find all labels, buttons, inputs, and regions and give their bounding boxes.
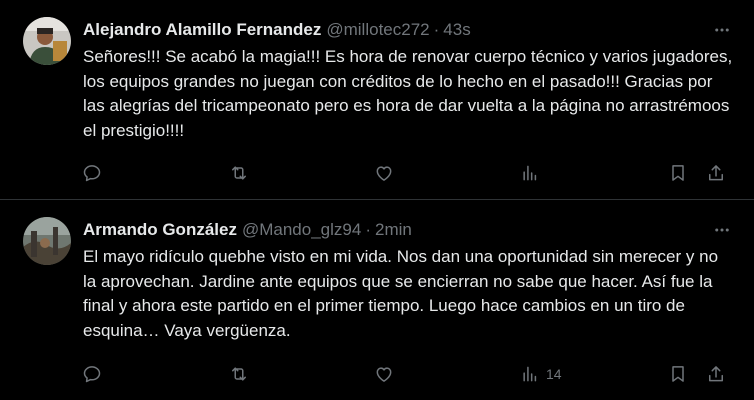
views-icon [520, 163, 540, 183]
reply-button[interactable] [82, 161, 102, 185]
avatar[interactable] [23, 17, 71, 65]
share-icon [706, 364, 726, 384]
user-handle[interactable]: @millotec272 [326, 20, 429, 40]
tweet-header: Armando González @Mando_glz94 · 2min [83, 219, 412, 241]
views-count: 14 [546, 366, 562, 382]
more-icon[interactable] [712, 20, 732, 40]
tweet-header: Alejandro Alamillo Fernandez @millotec27… [83, 19, 471, 41]
timestamp[interactable]: 2min [375, 220, 412, 240]
like-button[interactable] [374, 362, 394, 386]
more-icon[interactable] [712, 220, 732, 240]
views-icon [520, 364, 540, 384]
bookmark-button[interactable] [668, 161, 688, 185]
retweet-button[interactable] [228, 362, 250, 386]
like-button[interactable] [374, 161, 394, 185]
reply-icon [82, 163, 102, 183]
bookmark-icon [668, 364, 688, 384]
retweet-button[interactable] [228, 161, 250, 185]
display-name[interactable]: Armando González [83, 220, 237, 240]
retweet-icon [228, 364, 250, 384]
tweet[interactable]: Armando González @Mando_glz94 · 2min El … [0, 200, 754, 400]
reply-icon [82, 364, 102, 384]
bookmark-button[interactable] [668, 362, 688, 386]
share-button[interactable] [706, 362, 726, 386]
tweet-text: El mayo ridículo quebhe visto en mi vida… [83, 247, 719, 340]
display-name[interactable]: Alejandro Alamillo Fernandez [83, 20, 321, 40]
timeline-feed: Alejandro Alamillo Fernandez @millotec27… [0, 0, 754, 400]
tweet[interactable]: Alejandro Alamillo Fernandez @millotec27… [0, 0, 754, 199]
separator-dot: · [433, 20, 440, 39]
like-icon [374, 364, 394, 384]
timestamp[interactable]: 43s [443, 20, 470, 40]
share-button[interactable] [706, 161, 726, 185]
bookmark-icon [668, 163, 688, 183]
separator-dot: · [365, 220, 371, 239]
views-button[interactable] [520, 161, 546, 185]
reply-button[interactable] [82, 362, 102, 386]
tweet-actions [83, 161, 733, 185]
avatar[interactable] [23, 217, 71, 265]
retweet-icon [228, 163, 250, 183]
user-handle[interactable]: @Mando_glz94 [242, 220, 361, 240]
tweet-actions: 14 [83, 362, 733, 386]
share-icon [706, 163, 726, 183]
views-button[interactable]: 14 [520, 362, 562, 386]
tweet-text: Señores!!! Se acabó la magia!!! Es hora … [83, 47, 733, 140]
like-icon [374, 163, 394, 183]
